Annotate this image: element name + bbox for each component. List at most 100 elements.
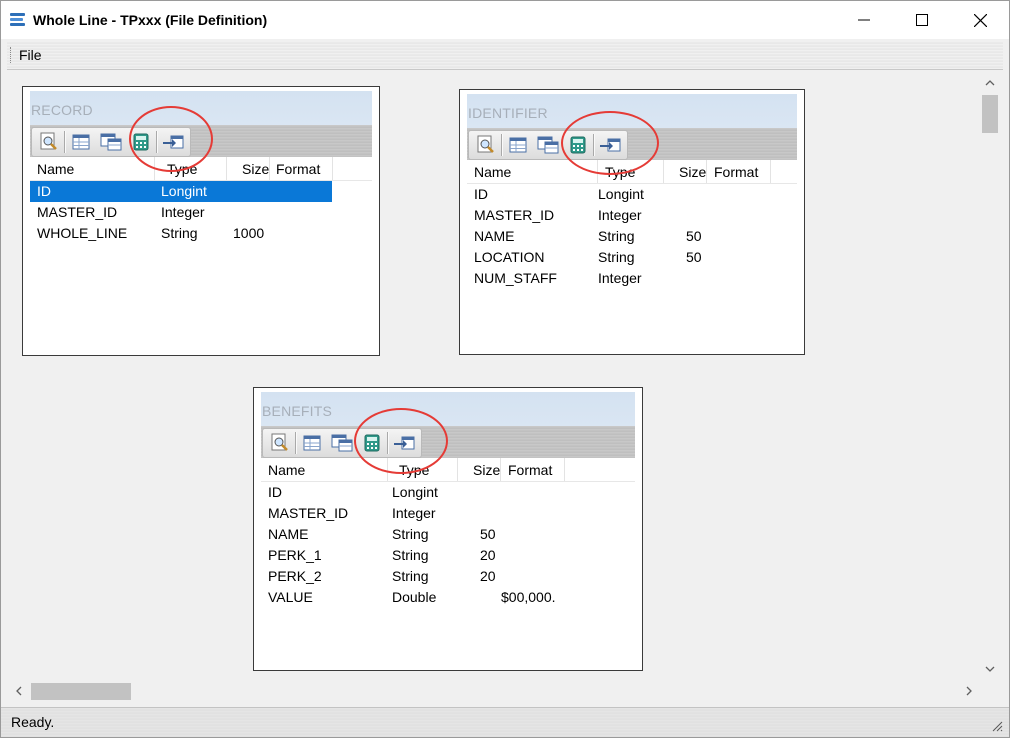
- field-size: 50: [686, 249, 702, 265]
- scroll-right-icon[interactable]: [965, 686, 973, 696]
- field-name: NAME: [474, 228, 515, 244]
- table-copy-icon: [100, 133, 122, 151]
- table-icon: [72, 134, 90, 150]
- preview-icon: [477, 135, 494, 153]
- table-row[interactable]: VALUE Double $00,000.: [261, 587, 621, 608]
- record-import-button[interactable]: [161, 131, 185, 153]
- table-copy-icon: [331, 434, 353, 452]
- close-button[interactable]: [951, 1, 1009, 39]
- identifier-panel[interactable]: IDENTIFIER Name Type Size Format ID Long…: [459, 89, 805, 355]
- table-row[interactable]: MASTER_ID Integer: [261, 503, 621, 524]
- minimize-icon: [858, 19, 870, 21]
- toolbar-separator: [64, 131, 66, 153]
- resize-grip-icon[interactable]: [991, 720, 1003, 732]
- schema-canvas[interactable]: RECORD Name Type Size Format ID Longint …: [8, 73, 978, 679]
- identifier-calculator-button[interactable]: [566, 134, 590, 156]
- column-header-type[interactable]: Type: [167, 161, 197, 177]
- identifier-field-grid[interactable]: Name Type Size Format ID Longint MASTER_…: [467, 160, 797, 348]
- benefits-import-button[interactable]: [392, 432, 416, 454]
- title-bar[interactable]: Whole Line - TPxxx (File Definition): [1, 1, 1009, 39]
- field-size: 50: [686, 228, 702, 244]
- field-type: String: [392, 568, 429, 584]
- table-row[interactable]: WHOLE_LINE String 1000: [30, 223, 332, 244]
- field-name: MASTER_ID: [268, 505, 349, 521]
- table-row[interactable]: NAME String 50: [467, 226, 787, 247]
- benefits-panel-title: BENEFITS: [262, 403, 333, 419]
- field-type: Longint: [598, 186, 644, 202]
- column-header-format[interactable]: Format: [276, 161, 320, 177]
- identifier-toolbar: [468, 130, 628, 160]
- close-icon: [973, 13, 987, 27]
- column-header-format[interactable]: Format: [714, 164, 758, 180]
- field-name: PERK_2: [268, 568, 322, 584]
- status-text: Ready.: [11, 714, 55, 730]
- table-row[interactable]: ID Longint: [467, 184, 787, 205]
- column-header-size[interactable]: Size: [679, 164, 706, 180]
- field-name: MASTER_ID: [37, 204, 118, 220]
- identifier-preview-button[interactable]: [474, 134, 498, 156]
- column-header-size[interactable]: Size: [242, 161, 269, 177]
- table-row[interactable]: ID Longint: [30, 181, 332, 202]
- table-row[interactable]: NAME String 50: [261, 524, 621, 545]
- horizontal-scroll-thumb[interactable]: [31, 683, 131, 700]
- table-row[interactable]: MASTER_ID Integer: [467, 205, 787, 226]
- preview-icon: [40, 132, 57, 150]
- column-header-name[interactable]: Name: [474, 164, 511, 180]
- identifier-grid-header: Name Type Size Format: [467, 160, 797, 184]
- record-table-button[interactable]: [69, 131, 93, 153]
- benefits-field-grid[interactable]: Name Type Size Format ID Longint MASTER_…: [261, 458, 635, 664]
- field-name: PERK_1: [268, 547, 322, 563]
- benefits-table-button[interactable]: [300, 432, 324, 454]
- record-preview-button[interactable]: [37, 131, 61, 153]
- column-header-type[interactable]: Type: [605, 164, 635, 180]
- benefits-preview-button[interactable]: [268, 432, 292, 454]
- field-size: 20: [480, 547, 496, 563]
- import-icon: [394, 436, 415, 450]
- benefits-table-copy-button[interactable]: [330, 432, 354, 454]
- table-row[interactable]: NUM_STAFF Integer: [467, 268, 787, 289]
- window-title: Whole Line - TPxxx (File Definition): [33, 12, 268, 28]
- menu-grip: [10, 47, 13, 63]
- identifier-import-button[interactable]: [598, 134, 622, 156]
- column-header-type[interactable]: Type: [399, 462, 429, 478]
- table-row[interactable]: PERK_2 String 20: [261, 566, 621, 587]
- column-header-format[interactable]: Format: [508, 462, 552, 478]
- benefits-panel[interactable]: BENEFITS Name Type Size Format ID Longin…: [253, 387, 643, 671]
- benefits-calculator-button[interactable]: [360, 432, 384, 454]
- scroll-down-icon[interactable]: [985, 665, 995, 673]
- horizontal-scrollbar[interactable]: [8, 679, 978, 703]
- identifier-table-copy-button[interactable]: [536, 134, 560, 156]
- vertical-scroll-thumb[interactable]: [982, 95, 998, 133]
- field-type: String: [598, 228, 635, 244]
- column-header-size[interactable]: Size: [473, 462, 500, 478]
- field-name: NUM_STAFF: [474, 270, 557, 286]
- column-header-name[interactable]: Name: [268, 462, 305, 478]
- field-name: VALUE: [268, 589, 313, 605]
- import-icon: [163, 135, 184, 149]
- minimize-button[interactable]: [835, 1, 893, 39]
- table-row[interactable]: ID Longint: [261, 482, 621, 503]
- record-panel[interactable]: RECORD Name Type Size Format ID Longint …: [22, 86, 380, 356]
- record-toolbar: [31, 127, 191, 157]
- scroll-left-icon[interactable]: [15, 686, 23, 696]
- table-row[interactable]: MASTER_ID Integer: [30, 202, 332, 223]
- record-calculator-button[interactable]: [129, 131, 153, 153]
- field-name: MASTER_ID: [474, 207, 555, 223]
- field-format: $00,000.: [501, 589, 556, 605]
- field-type: Integer: [392, 505, 436, 521]
- maximize-button[interactable]: [893, 1, 951, 39]
- scroll-up-icon[interactable]: [985, 79, 995, 87]
- field-type: Integer: [598, 207, 642, 223]
- vertical-scrollbar[interactable]: [979, 73, 1001, 679]
- column-header-name[interactable]: Name: [37, 161, 74, 177]
- record-field-grid[interactable]: Name Type Size Format ID Longint MASTER_…: [30, 157, 372, 349]
- record-table-copy-button[interactable]: [99, 131, 123, 153]
- field-type: Longint: [392, 484, 438, 500]
- import-icon: [600, 138, 621, 152]
- table-row[interactable]: PERK_1 String 20: [261, 545, 621, 566]
- table-row[interactable]: LOCATION String 50: [467, 247, 787, 268]
- field-type: String: [392, 526, 429, 542]
- identifier-table-button[interactable]: [506, 134, 530, 156]
- menu-file[interactable]: File: [19, 47, 42, 63]
- table-icon: [509, 137, 527, 153]
